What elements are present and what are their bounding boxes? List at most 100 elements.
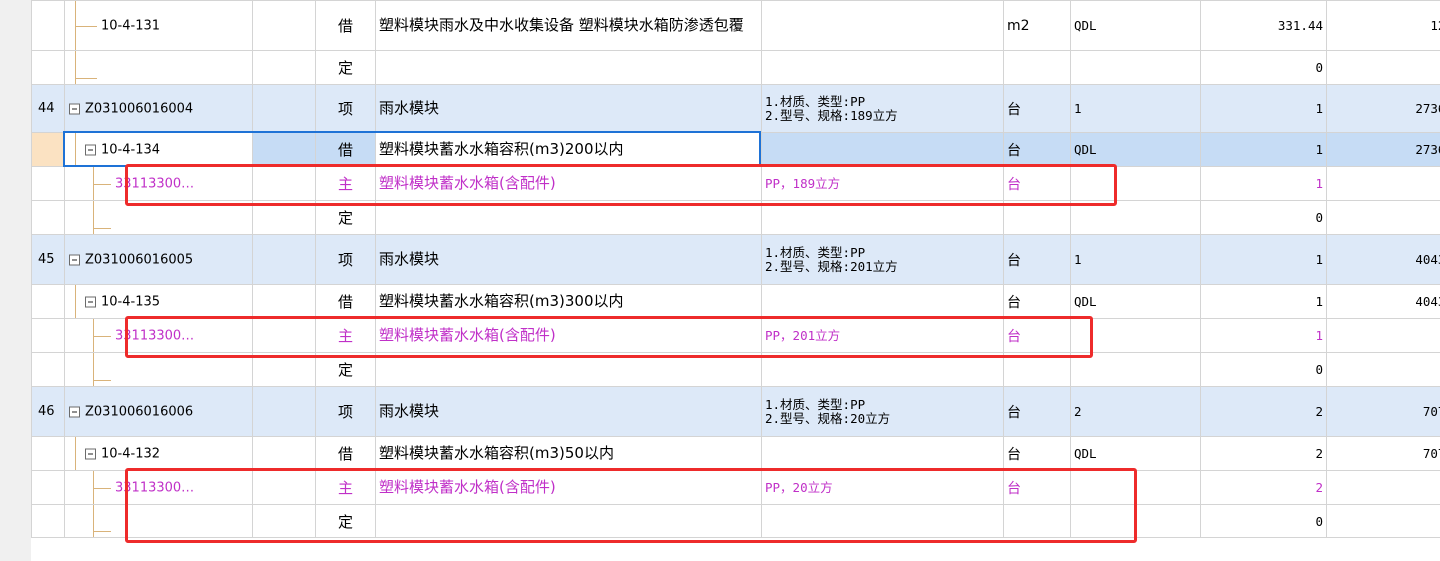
- collapse-toggle-icon[interactable]: [85, 448, 96, 459]
- unit-cell[interactable]: 台: [1003, 166, 1071, 201]
- code-cell[interactable]: 33113300…: [64, 318, 253, 353]
- qty-cell[interactable]: 1: [1200, 166, 1327, 201]
- expr-cell[interactable]: [1070, 166, 1201, 201]
- price-cell[interactable]: 2736.66: [1326, 132, 1440, 167]
- code-cell[interactable]: 10-4-132: [64, 436, 253, 471]
- blank-cell[interactable]: [252, 352, 316, 387]
- code-cell[interactable]: 10-4-134: [64, 132, 253, 167]
- expr-cell[interactable]: QDL: [1070, 284, 1201, 319]
- expr-cell[interactable]: QDL: [1070, 0, 1201, 51]
- expr-cell[interactable]: [1070, 318, 1201, 353]
- feature-cell[interactable]: 1.材质、类型:PP 2.型号、规格:189立方: [761, 84, 1004, 133]
- budget-table[interactable]: 10-4-131 借塑料模块雨水及中水收集设备 塑料模块水箱防渗透包覆 m2 QDL 3…: [31, 0, 1440, 545]
- expr-cell[interactable]: QDL: [1070, 132, 1201, 167]
- blank-cell[interactable]: [252, 436, 316, 471]
- price-cell[interactable]: 4043.94: [1326, 234, 1440, 285]
- type-cell[interactable]: 借: [315, 0, 376, 51]
- expr-cell[interactable]: [1070, 50, 1201, 85]
- qty-cell[interactable]: 1: [1200, 234, 1327, 285]
- type-cell[interactable]: 项: [315, 386, 376, 437]
- qty-cell[interactable]: 1: [1200, 284, 1327, 319]
- type-cell[interactable]: 项: [315, 84, 376, 133]
- table-row[interactable]: 44 Z031006016004 项雨水模块 1.材质、类型:PP 2.型号、规格:18…: [31, 84, 1440, 133]
- blank-cell[interactable]: [252, 386, 316, 437]
- qty-cell[interactable]: 0: [1200, 50, 1327, 85]
- name-cell[interactable]: 塑料模块蓄水水箱容积(m3)200以内: [375, 132, 762, 167]
- seq-cell[interactable]: [31, 352, 65, 387]
- name-cell[interactable]: 塑料模块蓄水水箱(含配件): [375, 318, 762, 353]
- expr-cell[interactable]: [1070, 504, 1201, 538]
- table-row[interactable]: 46 Z031006016006 项雨水模块 1.材质、类型:PP 2.型号、规格:20…: [31, 386, 1440, 437]
- blank-cell[interactable]: [252, 166, 316, 201]
- qty-cell[interactable]: 1: [1200, 318, 1327, 353]
- code-cell[interactable]: Z031006016004: [64, 84, 253, 133]
- type-cell[interactable]: 项: [315, 234, 376, 285]
- code-cell[interactable]: Z031006016005: [64, 234, 253, 285]
- name-cell[interactable]: 雨水模块: [375, 386, 762, 437]
- code-cell[interactable]: [64, 352, 253, 387]
- code-cell[interactable]: 33113300…: [64, 470, 253, 505]
- unit-cell[interactable]: 台: [1003, 84, 1071, 133]
- price-cell[interactable]: 0: [1326, 318, 1440, 353]
- qty-cell[interactable]: 1: [1200, 84, 1327, 133]
- expr-cell[interactable]: [1070, 352, 1201, 387]
- type-cell[interactable]: 主: [315, 470, 376, 505]
- blank-cell[interactable]: [252, 318, 316, 353]
- unit-cell[interactable]: 台: [1003, 318, 1071, 353]
- unit-cell[interactable]: 台: [1003, 234, 1071, 285]
- feature-cell[interactable]: [761, 0, 1004, 51]
- code-cell[interactable]: [64, 200, 253, 235]
- code-cell[interactable]: [64, 50, 253, 85]
- seq-cell[interactable]: 45: [31, 234, 65, 285]
- feature-cell[interactable]: [761, 436, 1004, 471]
- feature-cell[interactable]: PP，201立方: [761, 318, 1004, 353]
- table-row[interactable]: 45 Z031006016005 项雨水模块 1.材质、类型:PP 2.型号、规格:20…: [31, 234, 1440, 285]
- name-cell[interactable]: 塑料模块蓄水水箱(含配件): [375, 470, 762, 505]
- price-cell[interactable]: 0: [1326, 50, 1440, 85]
- expr-cell[interactable]: [1070, 200, 1201, 235]
- blank-cell[interactable]: [252, 470, 316, 505]
- feature-cell[interactable]: [761, 284, 1004, 319]
- feature-cell[interactable]: PP，189立方: [761, 166, 1004, 201]
- table-row[interactable]: 定 00: [31, 200, 1440, 235]
- feature-cell[interactable]: 1.材质、类型:PP 2.型号、规格:20立方: [761, 386, 1004, 437]
- qty-cell[interactable]: 0: [1200, 504, 1327, 538]
- name-cell[interactable]: [375, 504, 762, 538]
- seq-cell[interactable]: [31, 0, 65, 51]
- seq-cell[interactable]: [31, 284, 65, 319]
- name-cell[interactable]: 塑料模块蓄水水箱(含配件): [375, 166, 762, 201]
- price-cell[interactable]: 2736.66: [1326, 84, 1440, 133]
- table-row[interactable]: 定 00: [31, 504, 1440, 538]
- blank-cell[interactable]: [252, 50, 316, 85]
- collapse-toggle-icon[interactable]: [85, 296, 96, 307]
- blank-cell[interactable]: [252, 504, 316, 538]
- code-cell[interactable]: 33113300…: [64, 166, 253, 201]
- table-row[interactable]: 定 00: [31, 50, 1440, 85]
- qty-cell[interactable]: 2: [1200, 436, 1327, 471]
- feature-cell[interactable]: [761, 352, 1004, 387]
- seq-cell[interactable]: [31, 132, 65, 167]
- seq-cell[interactable]: [31, 318, 65, 353]
- name-cell[interactable]: [375, 200, 762, 235]
- expr-cell[interactable]: 2: [1070, 386, 1201, 437]
- qty-cell[interactable]: 2: [1200, 470, 1327, 505]
- type-cell[interactable]: 借: [315, 436, 376, 471]
- name-cell[interactable]: 雨水模块: [375, 234, 762, 285]
- unit-cell[interactable]: [1003, 504, 1071, 538]
- qty-cell[interactable]: 0: [1200, 352, 1327, 387]
- feature-cell[interactable]: PP，20立方: [761, 470, 1004, 505]
- feature-cell[interactable]: [761, 132, 1004, 167]
- blank-cell[interactable]: [252, 284, 316, 319]
- unit-cell[interactable]: [1003, 50, 1071, 85]
- blank-cell[interactable]: [252, 0, 316, 51]
- feature-cell[interactable]: [761, 504, 1004, 538]
- blank-cell[interactable]: [252, 132, 316, 167]
- seq-cell[interactable]: [31, 200, 65, 235]
- price-cell[interactable]: 0: [1326, 200, 1440, 235]
- code-cell[interactable]: 10-4-135: [64, 284, 253, 319]
- unit-cell[interactable]: [1003, 200, 1071, 235]
- qty-cell[interactable]: 331.44: [1200, 0, 1327, 51]
- seq-cell[interactable]: 46: [31, 386, 65, 437]
- collapse-toggle-icon[interactable]: [69, 406, 80, 417]
- seq-cell[interactable]: [31, 504, 65, 538]
